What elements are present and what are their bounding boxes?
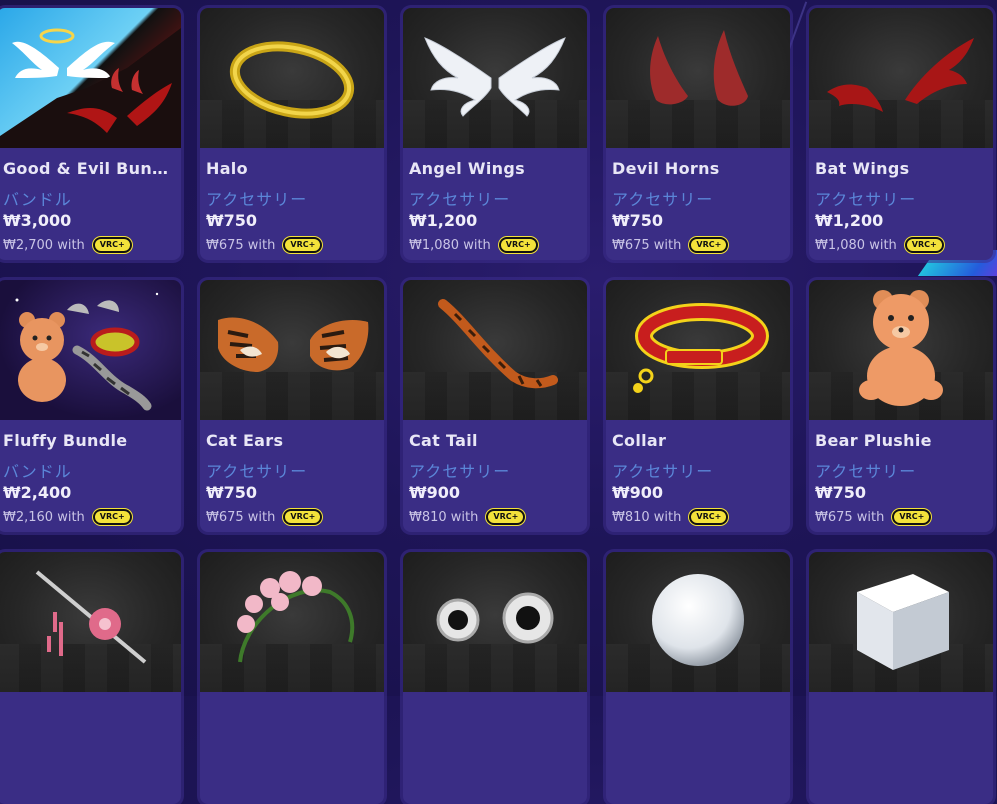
item-card-halo[interactable]: Halo アクセサリー ₩750 ₩675 with VRC+ <box>200 8 384 260</box>
collar-thumbnail <box>606 280 790 420</box>
vrc-plus-price: ₩810 with VRC+ <box>409 509 526 525</box>
item-price: ₩1,200 <box>815 211 884 230</box>
item-name: Cat Tail <box>409 431 478 450</box>
vrc-plus-badge: VRC+ <box>689 509 729 525</box>
cube-thumbnail <box>809 552 993 692</box>
bat-wings-thumbnail <box>809 8 993 148</box>
vrc-plus-price-text: ₩810 with <box>612 509 682 525</box>
vrc-plus-badge: VRC+ <box>283 509 323 525</box>
item-price: ₩2,400 <box>3 483 72 502</box>
item-price: ₩750 <box>815 483 867 502</box>
item-card-collar[interactable]: Collar アクセサリー ₩900 ₩810 with VRC+ <box>606 280 790 532</box>
item-card-angel-wings[interactable]: Angel Wings アクセサリー ₩1,200 ₩1,080 with VR… <box>403 8 587 260</box>
item-category: アクセサリー <box>815 462 917 481</box>
vrc-plus-price-text: ₩2,700 with <box>3 237 85 253</box>
vrc-plus-price-text: ₩675 with <box>612 237 682 253</box>
googly-eyes-thumbnail <box>403 552 587 692</box>
item-card-cat-tail[interactable]: Cat Tail アクセサリー ₩900 ₩810 with VRC+ <box>403 280 587 532</box>
item-card-bear-plushie[interactable]: Bear Plushie アクセサリー ₩750 ₩675 with VRC+ <box>809 280 993 532</box>
vrc-plus-price-text: ₩675 with <box>206 509 276 525</box>
vrc-plus-badge: VRC+ <box>892 509 932 525</box>
flower-crown-thumbnail <box>200 552 384 692</box>
item-category: アクセサリー <box>815 190 917 209</box>
vrc-plus-price-text: ₩1,080 with <box>815 237 897 253</box>
item-category: バンドル <box>3 190 72 209</box>
item-card-devil-horns[interactable]: Devil Horns アクセサリー ₩750 ₩675 with VRC+ <box>606 8 790 260</box>
vrc-plus-price: ₩675 with VRC+ <box>612 237 729 253</box>
item-name: Halo <box>206 159 248 178</box>
item-card-cube[interactable] <box>809 552 993 804</box>
devil-horns-thumbnail <box>606 8 790 148</box>
vrc-plus-badge: VRC+ <box>92 509 132 525</box>
item-card-good-evil-bundle[interactable]: Good & Evil Bundle バンドル ₩3,000 ₩2,700 wi… <box>0 8 181 260</box>
item-name: Bat Wings <box>815 159 910 178</box>
vrc-plus-price: ₩1,080 with VRC+ <box>815 237 944 253</box>
item-name: Devil Horns <box>612 159 720 178</box>
item-price: ₩900 <box>409 483 461 502</box>
item-name: Cat Ears <box>206 431 284 450</box>
vrc-plus-badge: VRC+ <box>904 237 944 253</box>
vrc-plus-badge: VRC+ <box>92 237 132 253</box>
halo-thumbnail <box>200 8 384 148</box>
vrc-plus-price: ₩675 with VRC+ <box>206 509 323 525</box>
item-card-fluffy-bundle[interactable]: Fluffy Bundle バンドル ₩2,400 ₩2,160 with VR… <box>0 280 181 532</box>
item-grid: Good & Evil Bundle バンドル ₩3,000 ₩2,700 wi… <box>0 0 997 804</box>
vrc-plus-price-text: ₩2,160 with <box>3 509 85 525</box>
item-price: ₩750 <box>612 211 664 230</box>
vrc-plus-badge: VRC+ <box>283 237 323 253</box>
vrc-plus-price: ₩2,160 with VRC+ <box>3 509 132 525</box>
vrc-plus-price-text: ₩1,080 with <box>409 237 491 253</box>
vrc-plus-price: ₩2,700 with VRC+ <box>3 237 132 253</box>
vrc-plus-price: ₩675 with VRC+ <box>206 237 323 253</box>
cat-ears-thumbnail <box>200 280 384 420</box>
vrc-plus-badge: VRC+ <box>486 509 526 525</box>
item-category: アクセサリー <box>612 190 714 209</box>
vrc-plus-price: ₩675 with VRC+ <box>815 509 932 525</box>
vrc-plus-price: ₩1,080 with VRC+ <box>409 237 538 253</box>
angel-wings-thumbnail <box>403 8 587 148</box>
item-price: ₩900 <box>612 483 664 502</box>
item-name: Fluffy Bundle <box>3 431 128 450</box>
fluffy-bundle-thumbnail <box>0 280 181 420</box>
item-card-cat-ears[interactable]: Cat Ears アクセサリー ₩750 ₩675 with VRC+ <box>200 280 384 532</box>
item-price: ₩750 <box>206 483 258 502</box>
vrc-plus-price-text: ₩810 with <box>409 509 479 525</box>
item-name: Good & Evil Bundle <box>3 159 177 178</box>
item-category: アクセサリー <box>612 462 714 481</box>
vrc-plus-price: ₩810 with VRC+ <box>612 509 729 525</box>
item-price: ₩1,200 <box>409 211 478 230</box>
item-card-flower-crown[interactable] <box>200 552 384 804</box>
good-evil-bundle-thumbnail <box>0 8 181 148</box>
item-card-sphere[interactable] <box>606 552 790 804</box>
item-name: Collar <box>612 431 667 450</box>
vrc-plus-price-text: ₩675 with <box>206 237 276 253</box>
cat-tail-thumbnail <box>403 280 587 420</box>
hair-pin-thumbnail <box>0 552 181 692</box>
item-price: ₩750 <box>206 211 258 230</box>
item-card-hair-pin[interactable] <box>0 552 181 804</box>
bear-plushie-thumbnail <box>809 280 993 420</box>
item-category: バンドル <box>3 462 72 481</box>
item-name: Bear Plushie <box>815 431 932 450</box>
item-category: アクセサリー <box>409 190 511 209</box>
vrc-plus-badge: VRC+ <box>689 237 729 253</box>
item-category: アクセサリー <box>206 462 308 481</box>
sphere-thumbnail <box>606 552 790 692</box>
item-category: アクセサリー <box>409 462 511 481</box>
vrc-plus-price-text: ₩675 with <box>815 509 885 525</box>
item-category: アクセサリー <box>206 190 308 209</box>
vrc-plus-badge: VRC+ <box>498 237 538 253</box>
item-price: ₩3,000 <box>3 211 72 230</box>
item-card-googly-eyes[interactable] <box>403 552 587 804</box>
item-card-bat-wings[interactable]: Bat Wings アクセサリー ₩1,200 ₩1,080 with VRC+ <box>809 8 993 260</box>
item-name: Angel Wings <box>409 159 525 178</box>
